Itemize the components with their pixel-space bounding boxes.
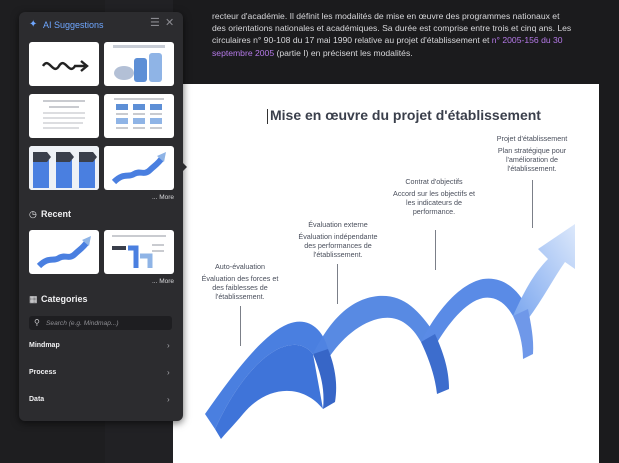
- chevron-right-icon: ›: [167, 341, 170, 350]
- step-text: Accord sur les objectifs et les indicate…: [393, 189, 475, 216]
- wave-segment-3: [421, 278, 528, 346]
- ai-suggestions-panel: ✦ AI Suggestions ☰ ✕ ... More ◷ Recent .…: [19, 12, 183, 421]
- annotation-line-2: [337, 264, 338, 304]
- wave-segment-2: [313, 295, 435, 359]
- columns-diagram-icon: [113, 45, 165, 82]
- category-item-mindmap[interactable]: Mindmap ›: [19, 338, 183, 356]
- annotation-line-1: [240, 306, 241, 346]
- panel-pointer: [183, 163, 187, 171]
- wave-arrow-icon: [36, 236, 91, 269]
- categories-title: Categories: [41, 294, 88, 304]
- step-annotation-2: Évaluation externe Évaluation indépendan…: [293, 220, 383, 259]
- step-heading: Contrat d'objectifs: [405, 177, 463, 186]
- category-label: Mindmap: [29, 342, 60, 349]
- step-heading: Évaluation externe: [308, 220, 368, 229]
- category-item-data[interactable]: Data ›: [19, 392, 183, 410]
- category-search-input[interactable]: [46, 318, 166, 328]
- search-icon: ⚲: [34, 318, 40, 327]
- panel-header: ✦ AI Suggestions ☰ ✕: [19, 12, 183, 38]
- category-label: Process: [29, 369, 57, 376]
- recent-thumbnail-wave-arrow[interactable]: [29, 230, 99, 274]
- step-text: Plan stratégique pour l'amélioration de …: [497, 146, 567, 173]
- category-search[interactable]: ⚲: [29, 316, 172, 330]
- suggestion-thumbnail-squiggle-arrow[interactable]: [29, 42, 99, 86]
- document-paragraph: recteur d'académie. Il définit les modal…: [212, 10, 572, 59]
- text-page-icon: [43, 100, 85, 129]
- category-label: Data: [29, 396, 45, 403]
- suggestion-thumbnail-arrow-steps[interactable]: [29, 146, 99, 190]
- more-suggestions-link[interactable]: ... More: [152, 194, 174, 201]
- annotation-line-3: [435, 230, 436, 270]
- suggestion-thumbnail-text-page[interactable]: [29, 94, 99, 138]
- arrow-steps-icon: [29, 146, 99, 190]
- step-heading: Projet d'établissement: [496, 134, 568, 143]
- recent-thumbnail-flow[interactable]: [104, 230, 174, 274]
- category-item-process[interactable]: Process ›: [19, 365, 183, 383]
- close-icon[interactable]: ✕: [165, 18, 174, 29]
- step-annotation-1: Auto-évaluation Évaluation des forces et…: [198, 262, 282, 301]
- suggestion-thumbnail-columns[interactable]: [104, 42, 174, 86]
- step-annotation-3: Contrat d'objectifs Accord sur les objec…: [389, 177, 479, 216]
- panel-title: AI Suggestions: [43, 20, 104, 30]
- chevron-right-icon: ›: [167, 395, 170, 404]
- wave-arrow-icon: [111, 152, 166, 185]
- grid-diagram-icon: [114, 98, 164, 129]
- paragraph-text-2: (partie I) en précisent les modalités.: [274, 47, 413, 58]
- squiggle-arrow-icon: [41, 60, 89, 72]
- suggestion-thumbnail-wave-arrow[interactable]: [104, 146, 174, 190]
- wave-segment-4: [513, 224, 575, 319]
- chevron-right-icon: ›: [167, 368, 170, 377]
- sparkle-icon: ✦: [29, 19, 38, 30]
- recent-title: Recent: [41, 209, 72, 219]
- grid-icon: ▦: [29, 294, 38, 304]
- suggestion-thumbnail-grid[interactable]: [104, 94, 174, 138]
- step-text: Évaluation des forces et des faiblesses …: [201, 274, 279, 301]
- more-recent-link[interactable]: ... More: [152, 278, 174, 285]
- step-heading: Auto-évaluation: [215, 262, 265, 271]
- document-page[interactable]: Mise en œuvre du projet d'établissement: [173, 84, 599, 463]
- text-cursor: [267, 109, 268, 124]
- annotation-line-4: [532, 180, 533, 228]
- history-icon: ◷: [29, 209, 37, 219]
- step-text: Évaluation indépendante des performances…: [298, 232, 378, 259]
- filter-icon[interactable]: ☰: [150, 18, 160, 29]
- step-annotation-4: Projet d'établissement Plan stratégique …: [491, 134, 573, 173]
- flow-diagram-icon: [112, 235, 166, 268]
